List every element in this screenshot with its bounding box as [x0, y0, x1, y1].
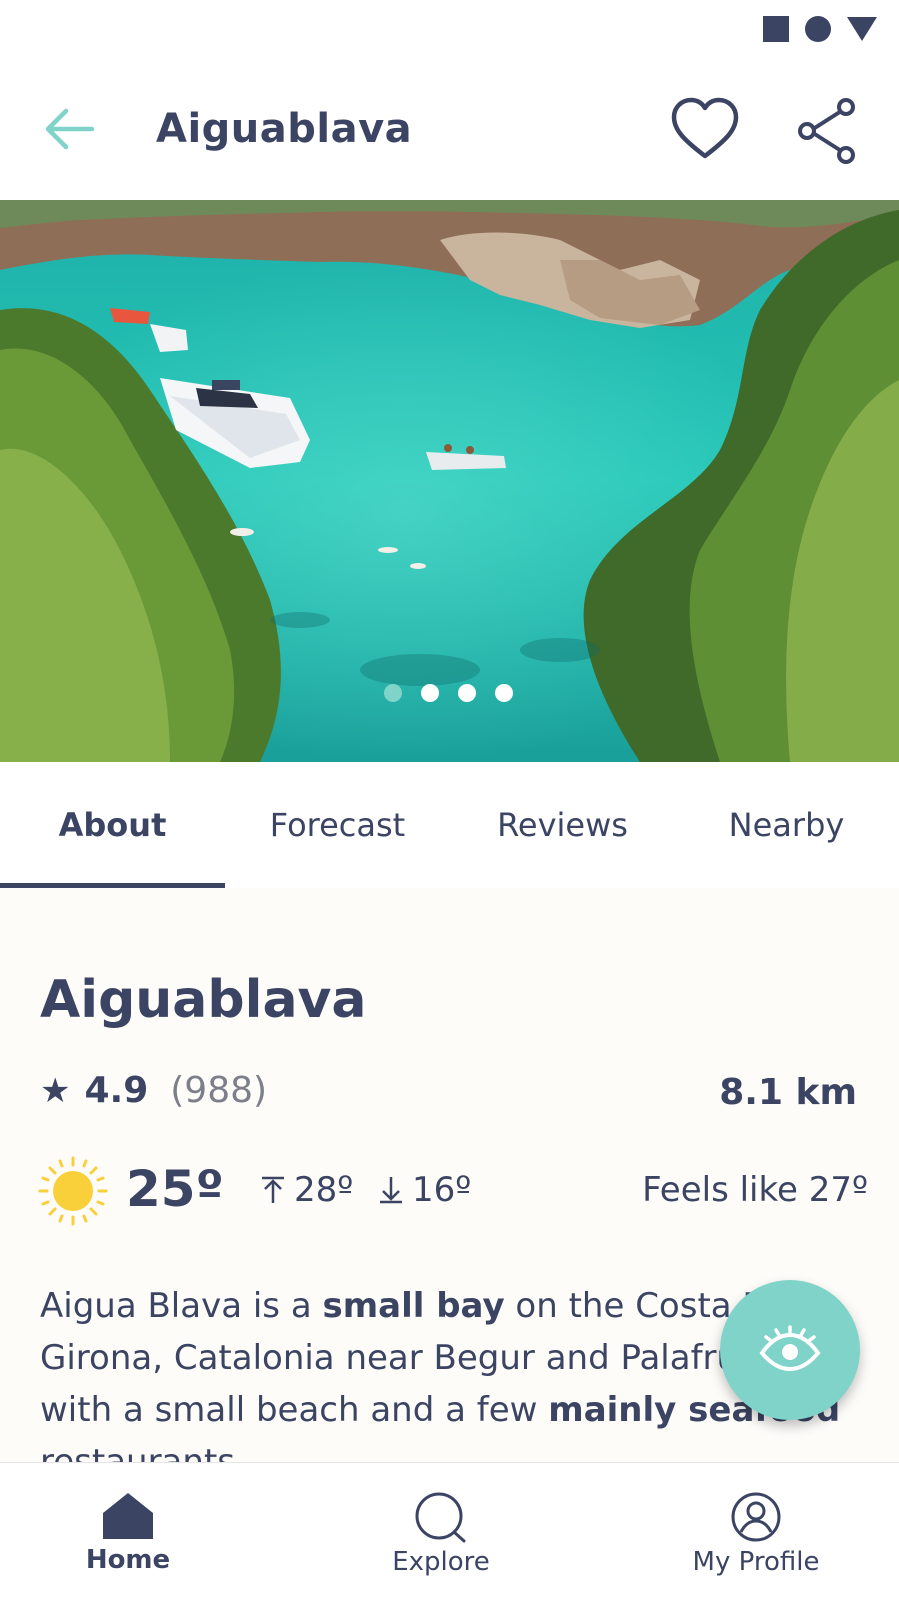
- arrow-left-icon[interactable]: [40, 104, 100, 154]
- triangle-icon: [847, 17, 877, 41]
- review-count: (988): [170, 1070, 268, 1111]
- place-title: Aiguablava: [40, 970, 367, 1030]
- nav-profile-label: My Profile: [692, 1547, 820, 1577]
- distance: 8.1 km: [719, 1072, 857, 1113]
- arrow-up-icon: [262, 1176, 284, 1203]
- eye-icon: [759, 1325, 821, 1372]
- feels-like: Feels like 27º: [642, 1170, 868, 1210]
- view-fab[interactable]: [720, 1280, 860, 1420]
- tab-nearby[interactable]: Nearby: [674, 762, 899, 888]
- description-text: Aigua Blava is a: [40, 1286, 323, 1326]
- tab-label: Reviews: [497, 806, 628, 844]
- nav-home-label: Home: [85, 1545, 171, 1575]
- rating: ★ 4.9 (988): [40, 1070, 267, 1111]
- low-temperature-value: 16º: [412, 1170, 472, 1210]
- arrow-down-icon: [380, 1177, 402, 1204]
- high-temperature-value: 28º: [294, 1170, 354, 1210]
- tab-bar: About Forecast Reviews Nearby: [0, 762, 899, 888]
- carousel-pager: [384, 684, 513, 702]
- tab-forecast[interactable]: Forecast: [225, 762, 450, 888]
- nav-explore[interactable]: Explore: [331, 1463, 551, 1600]
- high-temperature: 28º: [260, 1170, 353, 1210]
- tab-label: Nearby: [728, 806, 845, 844]
- hero-image-carousel[interactable]: [0, 200, 899, 762]
- tab-about[interactable]: About: [0, 762, 225, 888]
- rating-value: 4.9: [84, 1070, 149, 1111]
- description-highlight: small bay: [322, 1286, 505, 1326]
- circle-icon: [805, 16, 831, 42]
- pager-dot[interactable]: [421, 684, 439, 702]
- share-icon[interactable]: [796, 96, 860, 166]
- weather-summary: 25º 28º 16º Feels like 27º: [38, 1156, 868, 1226]
- app-bar-title: Aiguablava: [156, 106, 413, 152]
- current-temperature: 25º: [126, 1160, 224, 1218]
- tab-reviews[interactable]: Reviews: [450, 762, 675, 888]
- bay-photo: [0, 200, 899, 762]
- nav-explore-label: Explore: [392, 1547, 490, 1577]
- sun-icon: [38, 1156, 108, 1226]
- heart-icon[interactable]: [670, 96, 740, 166]
- nav-home[interactable]: Home: [18, 1463, 238, 1600]
- star-icon: ★: [40, 1070, 71, 1111]
- pager-dot[interactable]: [495, 684, 513, 702]
- pager-dot[interactable]: [384, 684, 402, 702]
- nav-profile[interactable]: My Profile: [646, 1463, 866, 1600]
- square-icon: [763, 16, 789, 42]
- app-bar: Aiguablava: [0, 60, 899, 200]
- pager-dot[interactable]: [458, 684, 476, 702]
- search-icon: [415, 1492, 466, 1543]
- description-text: restaurants.: [40, 1442, 246, 1462]
- tab-label: About: [58, 806, 167, 844]
- profile-icon: [731, 1492, 781, 1542]
- tab-label: Forecast: [269, 806, 406, 844]
- status-bar: [0, 0, 899, 60]
- bottom-navigation: Home Explore My Profile: [0, 1462, 899, 1600]
- home-icon: [103, 1493, 153, 1539]
- low-temperature: 16º: [378, 1170, 471, 1210]
